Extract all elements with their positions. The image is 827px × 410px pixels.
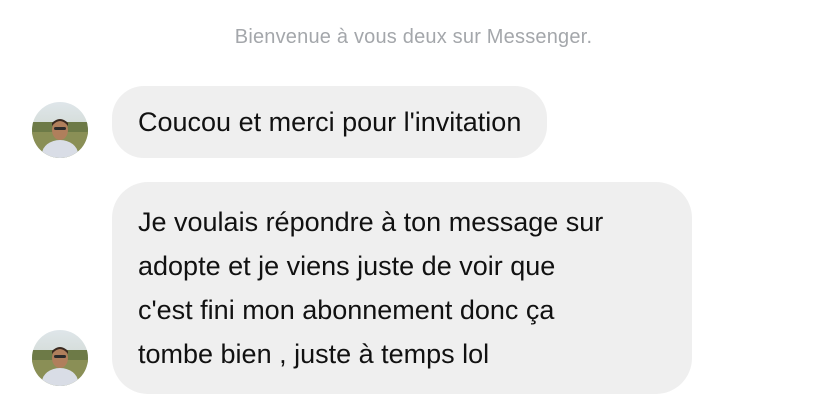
contact-avatar[interactable] xyxy=(32,102,88,158)
message-bubble[interactable]: Coucou et merci pour l'invitation xyxy=(112,86,548,158)
message-text-line: Je voulais répondre à ton message sur xyxy=(138,207,604,237)
message-bubble[interactable]: Je voulais répondre à ton message sur ad… xyxy=(112,182,692,394)
message-text: Coucou et merci pour l'invitation xyxy=(138,107,522,137)
contact-avatar[interactable] xyxy=(32,330,88,386)
welcome-system-note: Bienvenue à vous deux sur Messenger. xyxy=(234,26,593,48)
message-text-line: c'est fini mon abonnement donc ça xyxy=(138,295,555,325)
message-text-line: tombe bien , juste à temps lol xyxy=(138,339,490,369)
message-text-line: adopte et je viens juste de voir que xyxy=(138,251,556,281)
